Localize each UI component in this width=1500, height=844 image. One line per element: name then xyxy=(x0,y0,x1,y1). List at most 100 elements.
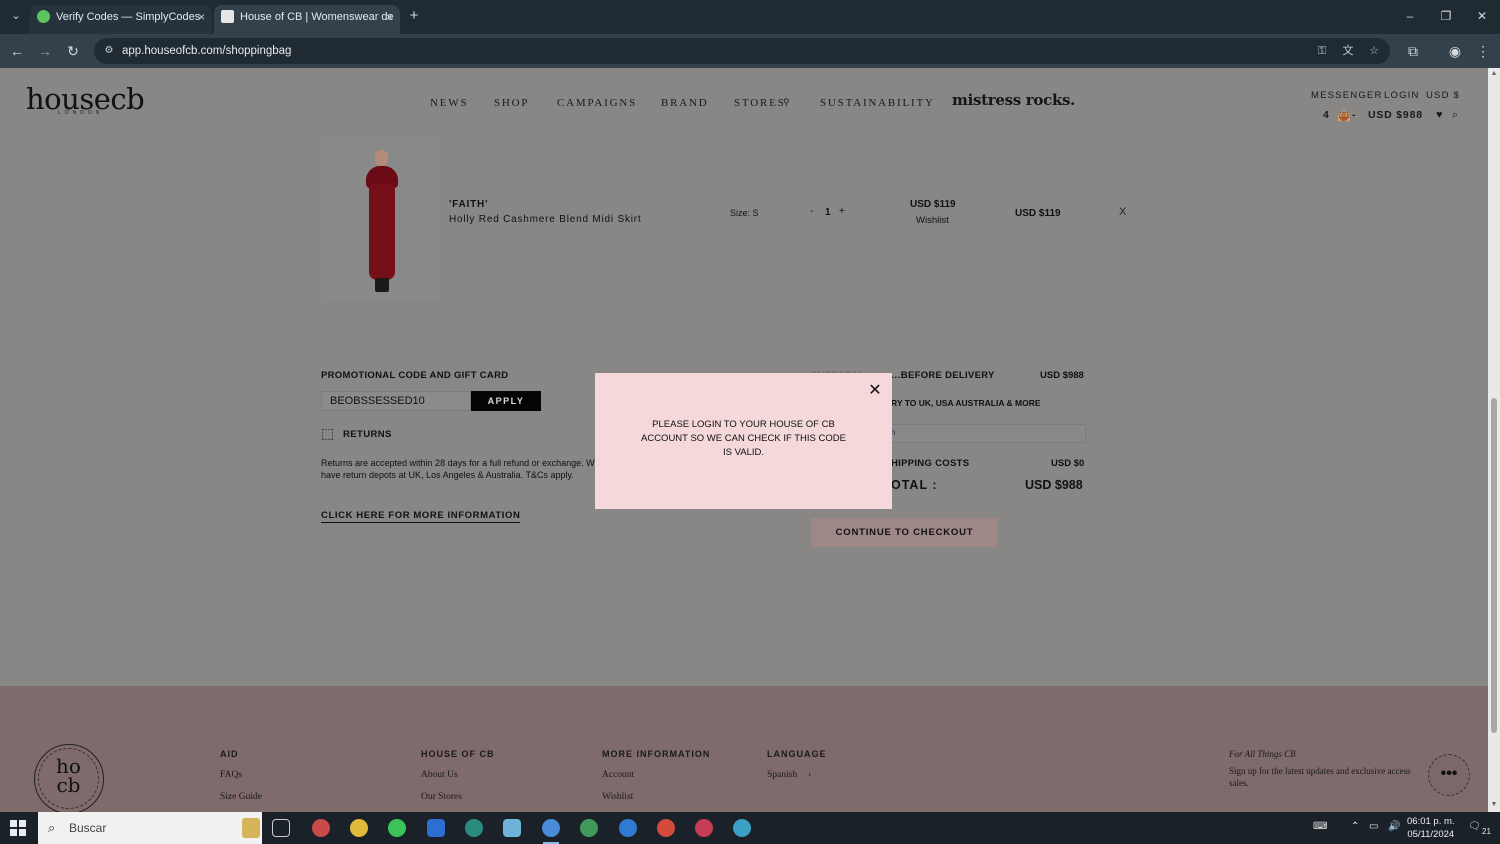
footer: ho cb AID FAQs Size Guide HOUSE OF CB Abo… xyxy=(0,686,1488,812)
taskbar-search[interactable]: ⌕ Buscar xyxy=(38,812,262,844)
more-info-link[interactable]: CLICK HERE FOR MORE INFORMATION xyxy=(321,510,521,523)
product-image[interactable] xyxy=(322,138,440,300)
close-icon[interactable]: ✕ xyxy=(868,383,882,399)
delivery-note: RY TO UK, USA AUSTRALIA & MORE xyxy=(891,398,1041,408)
footer-heading-language: LANGUAGE xyxy=(767,749,827,759)
key-icon[interactable]: ⚿ xyxy=(1314,43,1330,59)
tab-verify-codes[interactable]: Verify Codes — SimplyCodes × xyxy=(30,5,212,34)
scroll-up-icon[interactable]: ▲ xyxy=(1490,70,1498,77)
chrome-profile-icon[interactable] xyxy=(542,819,560,837)
product-description[interactable]: Holly Red Cashmere Blend Midi Skirt xyxy=(449,214,642,225)
promo-code-input[interactable] xyxy=(321,391,471,411)
footer-link-faqs[interactable]: FAQs xyxy=(220,770,242,780)
app-check-icon[interactable] xyxy=(465,819,483,837)
move-to-wishlist-link[interactable]: Wishlist xyxy=(916,215,949,226)
heart-icon[interactable]: ♥ xyxy=(1436,109,1443,121)
product-name[interactable]: 'FAITH' xyxy=(449,199,488,210)
shipping-value: USD $0 xyxy=(1051,458,1085,469)
whatsapp-icon[interactable] xyxy=(388,819,406,837)
restore-button[interactable]: ❐ xyxy=(1436,6,1456,26)
continue-to-checkout-button[interactable]: CONTINUE TO CHECKOUT xyxy=(811,518,998,547)
footer-link-our-stores[interactable]: Our Stores xyxy=(421,792,462,802)
chrome-profile-icon[interactable] xyxy=(733,819,751,837)
app-icon[interactable] xyxy=(312,819,330,837)
calculator-icon[interactable] xyxy=(427,819,445,837)
nav-shop[interactable]: SHOP xyxy=(494,97,529,109)
newsletter-title: For All Things CB xyxy=(1229,749,1296,759)
close-tab-icon[interactable]: × xyxy=(386,5,393,29)
nav-campaigns[interactable]: CAMPAIGNS xyxy=(557,97,637,109)
scroll-thumb[interactable] xyxy=(1491,398,1497,733)
windows-start-icon[interactable] xyxy=(10,820,26,836)
subtotal-label: …BEFORE DELIVERY xyxy=(891,370,995,381)
star-icon[interactable]: ☆ xyxy=(1366,43,1382,59)
search-icon: ⌕ xyxy=(48,820,56,835)
language-selector[interactable]: Spanish xyxy=(767,770,797,780)
footer-link-wishlist[interactable]: Wishlist xyxy=(602,792,633,802)
reload-button[interactable]: ↻ xyxy=(63,41,83,61)
scroll-down-icon[interactable]: ▼ xyxy=(1490,801,1498,808)
menu-icon[interactable]: ⋮ xyxy=(1473,41,1493,61)
login-link[interactable]: LOGIN xyxy=(1384,90,1420,101)
volume-icon[interactable]: 🔊 xyxy=(1388,821,1400,832)
footer-link-about-us[interactable]: About Us xyxy=(421,770,458,780)
chrome-profile-icon[interactable] xyxy=(657,819,675,837)
back-button[interactable]: ← xyxy=(7,41,27,61)
footer-link-account[interactable]: Account xyxy=(602,770,634,780)
url-text[interactable]: app.houseofcb.com/shoppingbag xyxy=(122,38,291,64)
chrome-profile-icon[interactable] xyxy=(695,819,713,837)
bag-count[interactable]: 4 xyxy=(1323,109,1330,121)
notification-count: 21 xyxy=(1482,827,1491,836)
search-highlight-icon xyxy=(242,818,260,838)
mistress-rocks-link[interactable]: mistress rocks. xyxy=(952,91,1075,109)
qty-decrease-button[interactable]: - xyxy=(810,206,813,217)
notifications-icon[interactable]: 🗨 xyxy=(1468,821,1481,832)
minimize-button[interactable]: – xyxy=(1400,6,1420,26)
network-icon[interactable]: ▭ xyxy=(1369,821,1378,832)
qty-increase-button[interactable]: + xyxy=(839,206,845,217)
close-window-button[interactable]: ✕ xyxy=(1472,6,1492,26)
forward-button[interactable]: → xyxy=(35,41,55,61)
nav-sustainability[interactable]: SUSTAINABILITY xyxy=(820,97,935,109)
tab-house-of-cb[interactable]: House of CB | Womenswear de × xyxy=(214,5,400,34)
footer-heading-more-information: MORE INFORMATION xyxy=(602,749,711,759)
page-scrollbar[interactable]: ▲ ▼ xyxy=(1488,68,1500,812)
search-icon[interactable]: ⌕ xyxy=(1452,109,1458,122)
footer-link-size-guide[interactable]: Size Guide xyxy=(220,792,262,802)
task-view-icon[interactable] xyxy=(272,819,290,837)
browser-tab-bar: ⌄ Verify Codes — SimplyCodes × House of … xyxy=(0,0,1500,34)
translate-icon[interactable]: 文 xyxy=(1340,43,1356,59)
shopping-bag-icon[interactable]: 👜 xyxy=(1337,109,1351,122)
chevron-down-icon[interactable]: ⌄ xyxy=(8,8,24,24)
nav-news[interactable]: NEWS xyxy=(430,97,468,109)
profile-icon[interactable]: ◉ xyxy=(1445,41,1465,61)
shipping-label: HIPPING COSTS xyxy=(891,458,970,469)
taskbar-clock[interactable]: 06:01 p. m. 05/11/2024 xyxy=(1407,815,1455,841)
close-tab-icon[interactable]: × xyxy=(198,5,205,29)
remove-item-button[interactable]: X xyxy=(1119,206,1126,218)
notes-icon[interactable] xyxy=(503,819,521,837)
new-tab-button[interactable]: + xyxy=(404,6,424,26)
houseofcb-favicon-icon xyxy=(221,10,234,23)
nav-stores[interactable]: STORES xyxy=(734,97,786,109)
qty-value: 1 xyxy=(825,207,831,218)
currency-selector[interactable]: USD $ xyxy=(1426,90,1460,101)
address-bar[interactable]: ⚙ app.houseofcb.com/shoppingbag ⚿ 文 ☆ xyxy=(94,38,1390,64)
chat-button[interactable]: ••• xyxy=(1428,754,1470,796)
chrome-icon[interactable] xyxy=(350,819,368,837)
chrome-profile-icon[interactable] xyxy=(619,819,637,837)
site-settings-icon[interactable]: ⚙ xyxy=(102,44,116,58)
nav-brand[interactable]: BRAND xyxy=(661,97,709,109)
footer-heading-house-of-cb: HOUSE OF CB xyxy=(421,749,495,759)
bag-total[interactable]: USD $988 xyxy=(1368,109,1423,121)
location-pin-icon: ⚲ xyxy=(783,97,792,107)
messenger-link[interactable]: MESSENGER xyxy=(1311,90,1383,101)
extensions-icon[interactable]: ⧉ xyxy=(1403,41,1423,61)
chrome-profile-icon[interactable] xyxy=(580,819,598,837)
chevron-up-icon[interactable]: ⌃ xyxy=(1351,821,1359,832)
shopping-bag-page: housecb LONDON NEWS SHOP CAMPAIGNS BRAND… xyxy=(0,68,1488,812)
apply-button[interactable]: APPLY xyxy=(471,391,541,411)
promo-heading: PROMOTIONAL CODE AND GIFT CARD xyxy=(321,370,509,381)
footer-logo[interactable]: ho cb xyxy=(34,744,104,812)
keyboard-icon[interactable]: ⌨ xyxy=(1313,821,1327,832)
